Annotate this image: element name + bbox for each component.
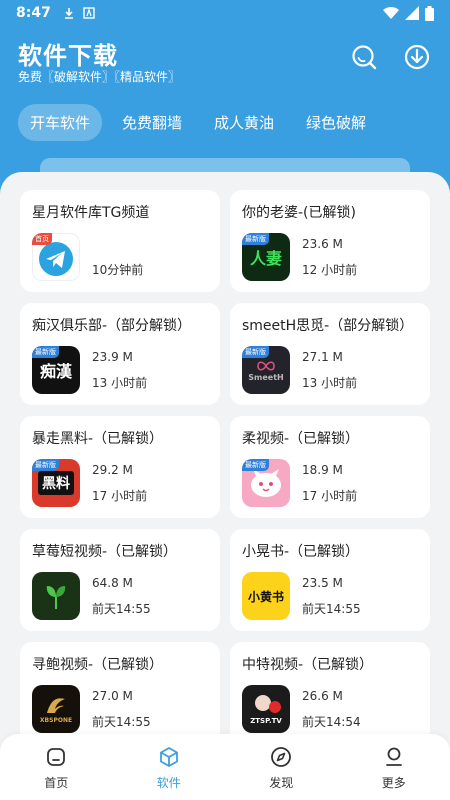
download-notification-icon xyxy=(64,8,73,19)
app-size: 18.9 M xyxy=(302,463,343,477)
app-tag: 最新版 xyxy=(32,346,59,358)
nav-label: 更多 xyxy=(381,776,406,790)
search-button[interactable] xyxy=(349,42,379,72)
app-size: 29.2 M xyxy=(92,463,133,477)
rou-icon: 最新版 xyxy=(242,459,290,507)
app-card[interactable]: 草莓短视频-（已解锁） 64.8 M 前天14:55 xyxy=(20,529,220,631)
page-subtitle: 免费〖破解软件〗〖精品软件〗 xyxy=(18,70,181,84)
app-list-panel: 星月软件库TG频道 首页 10分钟前 你的老婆-(已解锁) 人妻 最新版 23.… xyxy=(0,172,450,800)
category-tabs: 开车软件 免费翻墙 成人黄油 绿色破解 xyxy=(18,104,378,141)
app-size: 23.9 M xyxy=(92,350,133,364)
app-title: smeetH思觅-（部分解锁） xyxy=(242,318,414,334)
app-notification-icon xyxy=(83,7,95,19)
zhongte-icon: ZTSP.TV xyxy=(242,685,290,733)
app-title: 小晃书-（已解锁） xyxy=(242,544,360,560)
app-card[interactable]: smeetH思觅-（部分解锁） SmeetH 最新版 27.1 M 13 小时前 xyxy=(230,303,430,405)
home-icon xyxy=(47,748,66,766)
app-time: 前天14:55 xyxy=(92,715,151,729)
app-icon-label: 小黄书 xyxy=(247,589,284,604)
app-time: 12 小时前 xyxy=(302,263,358,277)
nav-label: 软件 xyxy=(156,776,181,790)
app-time: 前天14:54 xyxy=(302,715,361,729)
nav-software[interactable]: 软件 xyxy=(113,734,226,800)
tab-pojie[interactable]: 绿色破解 xyxy=(294,104,378,141)
search-icon xyxy=(352,45,377,70)
heiliao-icon: 黑料 最新版 xyxy=(32,459,80,507)
nav-more[interactable]: 更多 xyxy=(338,734,450,800)
app-size: 26.6 M xyxy=(302,689,343,703)
tab-kaiche[interactable]: 开车软件 xyxy=(18,104,103,141)
wifi-icon xyxy=(383,6,399,20)
page-title: 软件下载 xyxy=(18,42,118,70)
status-right-icons xyxy=(383,5,434,21)
app-time: 13 小时前 xyxy=(92,376,148,390)
app-icon-label: 黑料 xyxy=(38,471,74,495)
app-size: 23.5 M xyxy=(302,576,343,590)
download-button[interactable] xyxy=(402,42,432,72)
app-time: 10分钟前 xyxy=(92,263,144,277)
app-card[interactable]: 中特视频-（已解锁） ZTSP.TV 26.6 M 前天14:54 xyxy=(230,642,430,744)
app-title: 寻鲍视频-（已解锁） xyxy=(32,657,164,673)
nav-label: 发现 xyxy=(269,776,294,790)
app-icon-label: SmeetH xyxy=(248,372,284,382)
app-card[interactable]: 暴走黑料-（已解锁） 黑料 最新版 29.2 M 17 小时前 xyxy=(20,416,220,518)
smeeth-icon: SmeetH 最新版 xyxy=(242,346,290,394)
app-tag: 最新版 xyxy=(242,459,269,471)
signal-icon xyxy=(405,6,419,20)
xunbao-icon: XBSPONE xyxy=(32,685,80,733)
nav-discover[interactable]: 发现 xyxy=(225,734,338,800)
app-title: 中特视频-（已解锁） xyxy=(242,657,374,673)
battery-icon xyxy=(425,5,434,21)
caomei-icon xyxy=(32,572,80,620)
compass-icon xyxy=(271,747,292,767)
app-tag: 最新版 xyxy=(242,233,269,245)
app-tag: 首页 xyxy=(32,233,52,245)
tab-huangyou[interactable]: 成人黄油 xyxy=(202,104,286,141)
app-size: 64.8 M xyxy=(92,576,133,590)
app-grid: 星月软件库TG频道 首页 10分钟前 你的老婆-(已解锁) 人妻 最新版 23.… xyxy=(20,190,434,744)
app-card[interactable]: 小晃书-（已解锁） 小黄书 23.5 M 前天14:55 xyxy=(230,529,430,631)
app-title: 你的老婆-(已解锁) xyxy=(242,205,356,221)
notification-icons xyxy=(63,7,95,19)
nav-home[interactable]: 首页 xyxy=(0,734,113,800)
download-icon xyxy=(404,44,430,70)
app-time: 前天14:55 xyxy=(302,602,361,616)
app-size: 23.6 M xyxy=(302,237,343,251)
status-time: 8:47 xyxy=(16,5,51,21)
app-time: 17 小时前 xyxy=(302,489,358,503)
app-icon-label: XBSPONE xyxy=(39,716,73,724)
app-card[interactable]: 寻鲍视频-（已解锁） XBSPONE 27.0 M 前天14:55 xyxy=(20,642,220,744)
app-card[interactable]: 星月软件库TG频道 首页 10分钟前 xyxy=(20,190,220,292)
laopo-icon: 人妻 最新版 xyxy=(242,233,290,281)
app-title: 星月软件库TG频道 xyxy=(32,205,150,221)
person-icon xyxy=(385,747,402,766)
app-title: 痴汉俱乐部-（部分解锁） xyxy=(32,318,192,334)
telegram-icon: 首页 xyxy=(32,233,80,281)
app-card[interactable]: 你的老婆-(已解锁) 人妻 最新版 23.6 M 12 小时前 xyxy=(230,190,430,292)
app-time: 17 小时前 xyxy=(92,489,148,503)
app-icon-label: 痴漢 xyxy=(39,362,72,381)
bottom-navigation: 首页 软件 发现 更多 xyxy=(0,734,450,800)
app-tag: 最新版 xyxy=(242,346,269,358)
app-icon-label: 人妻 xyxy=(249,249,282,268)
status-bar: 8:47 xyxy=(0,0,450,26)
app-title: 柔视频-（已解锁） xyxy=(242,431,360,447)
app-card[interactable]: 痴汉俱乐部-（部分解锁） 痴漢 最新版 23.9 M 13 小时前 xyxy=(20,303,220,405)
app-size: 27.0 M xyxy=(92,689,133,703)
app-icon-label: ZTSP.TV xyxy=(250,717,282,725)
app-card[interactable]: 柔视频-（已解锁） 最新版 18.9 M 17 小时前 xyxy=(230,416,430,518)
app-title: 暴走黑料-（已解锁） xyxy=(32,431,164,447)
tab-fanqiang[interactable]: 免费翻墙 xyxy=(110,104,194,141)
app-time: 13 小时前 xyxy=(302,376,358,390)
app-size: 27.1 M xyxy=(302,350,343,364)
nav-label: 首页 xyxy=(44,776,69,790)
chihan-icon: 痴漢 最新版 xyxy=(32,346,80,394)
app-time: 前天14:55 xyxy=(92,602,151,616)
cube-icon xyxy=(159,747,178,767)
app-tag: 最新版 xyxy=(32,459,59,471)
xiaohuangshu-icon: 小黄书 xyxy=(242,572,290,620)
app-title: 草莓短视频-（已解锁） xyxy=(32,544,178,560)
